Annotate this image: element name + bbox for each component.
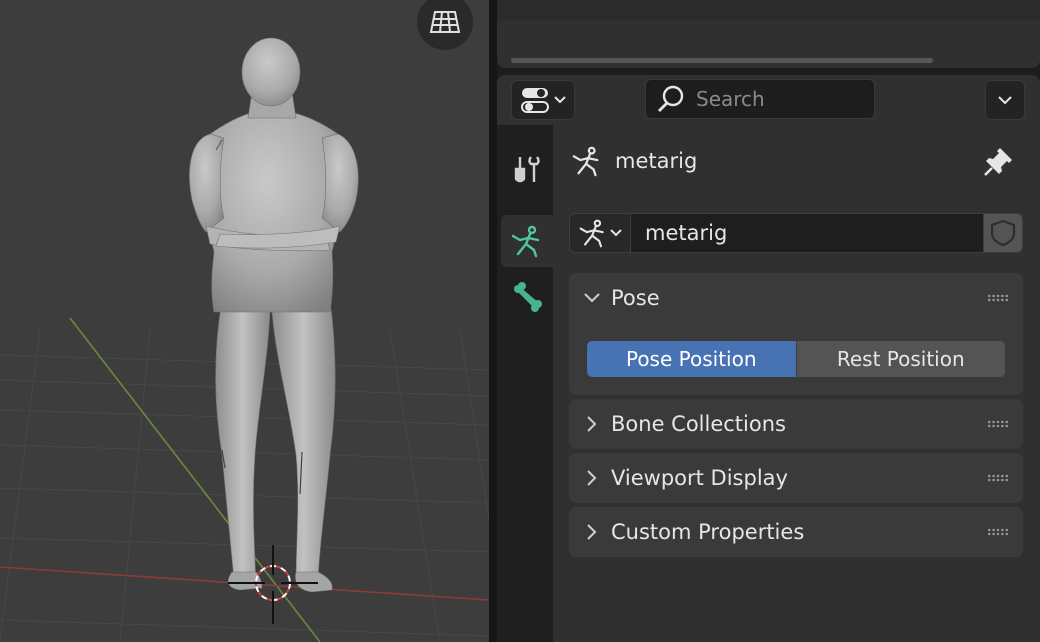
properties-editor-icon [521,88,549,113]
search-field[interactable] [645,79,875,119]
armature-data-icon [511,225,540,258]
tab-bone[interactable] [501,271,553,323]
rest-position-button[interactable]: Rest Position [795,341,1005,377]
horizontal-scrollbar[interactable] [511,58,933,63]
panel-pose: Pose Pose Position Rest Position [569,273,1023,395]
panel-viewport-display-header[interactable]: Viewport Display [569,453,1023,503]
drag-grip-icon[interactable] [987,420,1009,428]
area-divider[interactable] [489,0,497,642]
tab-object-data[interactable] [501,215,553,267]
editor-type-button[interactable] [511,80,575,120]
bone-icon [514,282,542,312]
context-object-name: metarig [615,149,698,173]
drag-grip-icon[interactable] [987,474,1009,482]
properties-editor: metarig [497,75,1040,642]
options-dropdown-button[interactable] [985,80,1025,120]
pin-icon [984,148,1012,176]
search-input[interactable] [696,87,866,111]
properties-tab-column [497,125,553,642]
panel-viewport-display: Viewport Display [569,453,1023,503]
search-icon [658,85,684,112]
armature-datablock-selector: metarig [569,213,1023,253]
panel-pose-header[interactable]: Pose [569,273,1023,323]
tab-tool[interactable] [501,143,553,195]
chevron-down-icon [998,96,1012,105]
browse-armature-button[interactable] [569,213,631,253]
properties-header [497,75,1040,125]
armature-name-field[interactable]: metarig [631,213,983,253]
panel-custom-properties-title: Custom Properties [611,520,805,544]
panel-pose-title: Pose [611,286,660,310]
chevron-right-icon [587,470,597,486]
3d-viewport[interactable] [0,0,489,642]
drag-grip-icon[interactable] [987,528,1009,536]
chevron-down-icon [554,96,566,104]
pose-position-button[interactable]: Pose Position [587,341,796,377]
chevron-down-icon [584,293,600,303]
panel-viewport-display-title: Viewport Display [611,466,788,490]
chevron-down-icon [610,229,622,237]
panel-bone-collections-header[interactable]: Bone Collections [569,399,1023,449]
outliner-body [497,0,1040,20]
panel-bone-collections-title: Bone Collections [611,412,786,436]
human-mesh [189,37,359,593]
properties-content: metarig metarig Pose Pose Position Rest … [553,125,1040,642]
context-breadcrumb: metarig [571,143,697,179]
armature-data-icon [579,219,604,248]
outliner-area[interactable] [497,0,1040,68]
panel-custom-properties-header[interactable]: Custom Properties [569,507,1023,557]
pin-button[interactable] [983,145,1015,181]
grid-icon [429,11,461,33]
shield-icon [990,219,1016,247]
panel-bone-collections: Bone Collections [569,399,1023,449]
tool-icon [514,156,540,183]
armature-object-icon [572,146,599,177]
pose-position-toggle: Pose Position Rest Position [587,341,1005,377]
viewport-scene [0,37,489,642]
fake-user-button[interactable] [983,213,1023,253]
chevron-right-icon [587,416,597,432]
panel-custom-properties: Custom Properties [569,507,1023,557]
drag-grip-icon[interactable] [987,294,1009,302]
chevron-right-icon [587,524,597,540]
